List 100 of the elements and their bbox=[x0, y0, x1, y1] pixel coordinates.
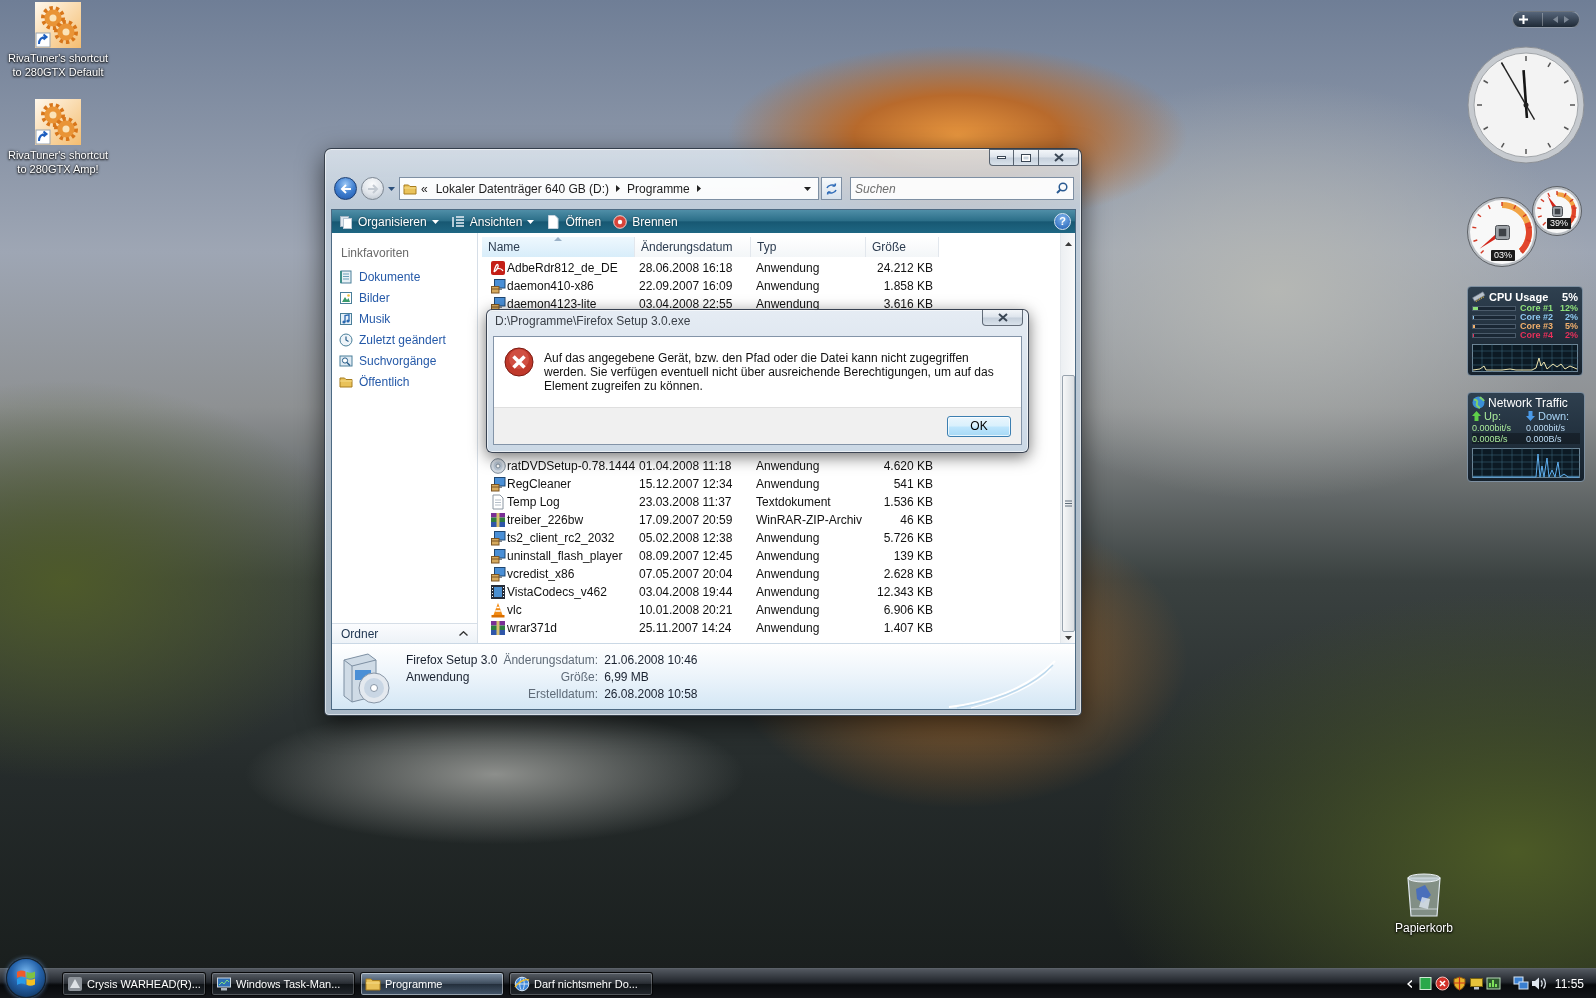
file-type: Anwendung bbox=[756, 584, 820, 600]
network-icon[interactable] bbox=[1512, 976, 1529, 991]
column-header[interactable]: Typ bbox=[751, 237, 866, 257]
download-label: Down: bbox=[1538, 410, 1570, 422]
scrollbar-thumb[interactable] bbox=[1061, 375, 1075, 632]
file-name[interactable]: AdbeRdr812_de_DE bbox=[507, 260, 618, 276]
gauge-drawing bbox=[1467, 197, 1537, 267]
sort-arrow-icon bbox=[554, 237, 562, 241]
nav-link[interactable]: Dokumente bbox=[332, 266, 477, 287]
core-reading: 5% bbox=[1565, 322, 1578, 331]
selected-file-name: Firefox Setup 3.0 bbox=[406, 652, 498, 667]
refresh-button[interactable] bbox=[821, 177, 842, 200]
caret-down-icon[interactable] bbox=[804, 186, 811, 191]
installer-icon bbox=[490, 530, 506, 546]
taskbar-button[interactable]: Programme bbox=[360, 971, 504, 996]
file-name[interactable]: wrar371d bbox=[507, 620, 558, 636]
close-button[interactable] bbox=[982, 310, 1023, 326]
desktop-icon-label[interactable]: RivaTuner's shortcut to 280GTX Default bbox=[4, 51, 112, 79]
nav-link[interactable]: Musik bbox=[332, 308, 477, 329]
file-name[interactable]: VistaCodecs_v462 bbox=[507, 584, 607, 600]
back-button[interactable] bbox=[334, 177, 357, 200]
close-button[interactable] bbox=[1039, 149, 1079, 166]
chevron-left-icon[interactable] bbox=[1406, 979, 1412, 988]
column-header[interactable]: Änderungsdatum bbox=[635, 237, 751, 257]
gears-shortcut-icon[interactable] bbox=[35, 99, 81, 145]
nav-link[interactable]: Öffentlich bbox=[332, 371, 477, 392]
page-icon bbox=[546, 214, 561, 229]
toolbar-button[interactable]: Organisieren bbox=[335, 211, 443, 232]
toolbar-button[interactable]: Öffnen bbox=[542, 211, 606, 232]
upload-rate: 0.000B/s bbox=[1472, 433, 1509, 444]
core-label: Core #1 bbox=[1520, 304, 1555, 313]
selected-file-type: Anwendung bbox=[406, 669, 470, 684]
arrow-left-icon bbox=[339, 183, 352, 194]
breadcrumb-item[interactable]: Lokaler Datenträger 640 GB (D:) bbox=[431, 178, 614, 199]
file-type: Anwendung bbox=[756, 278, 820, 294]
file-name[interactable]: daemon410-x86 bbox=[507, 278, 594, 294]
archive-icon bbox=[490, 512, 506, 528]
search-folder-icon bbox=[339, 353, 353, 368]
error-icon[interactable] bbox=[1434, 976, 1450, 991]
nav-link[interactable]: Suchvorgänge bbox=[332, 350, 477, 371]
caret-up-icon bbox=[459, 631, 468, 636]
monitor-icon[interactable] bbox=[1468, 976, 1484, 991]
toolbar-button[interactable]: Brennen bbox=[609, 211, 682, 232]
modified-date: 05.02.2008 12:38 bbox=[639, 530, 733, 546]
installer-icon bbox=[490, 566, 506, 582]
file-type: Textdokument bbox=[756, 494, 831, 510]
file-size: 4.620 KB bbox=[883, 458, 933, 474]
toolbar-button[interactable]: Ansichten bbox=[446, 211, 539, 232]
scroll-down-icon[interactable] bbox=[1064, 636, 1072, 640]
column-header[interactable]: Name bbox=[482, 237, 635, 257]
recycle-bin-icon[interactable] bbox=[1406, 873, 1442, 917]
file-size: 5.726 KB bbox=[883, 530, 933, 546]
file-name[interactable]: ts2_client_rc2_2032 bbox=[507, 530, 615, 546]
shield-icon[interactable] bbox=[1451, 976, 1467, 991]
maximize-button[interactable] bbox=[1014, 149, 1039, 166]
folders-toggle[interactable]: Ordner bbox=[332, 623, 477, 643]
file-name[interactable]: vlc bbox=[507, 602, 522, 618]
text-file-icon bbox=[490, 494, 506, 510]
installer-icon bbox=[490, 548, 506, 564]
caret-down-icon bbox=[431, 219, 439, 224]
speaker-icon[interactable] bbox=[1530, 976, 1547, 991]
nav-link[interactable]: Zuletzt geändert bbox=[332, 329, 477, 350]
file-size: 3.616 KB bbox=[883, 296, 933, 312]
address-bar[interactable]: « Lokaler Datenträger 640 GB (D:) Programme bbox=[399, 177, 819, 200]
square-icon[interactable] bbox=[1417, 976, 1433, 991]
bar-chart-icon[interactable] bbox=[1485, 976, 1501, 991]
nav-link[interactable]: Bilder bbox=[332, 287, 477, 308]
chevron-right-icon[interactable] bbox=[696, 185, 701, 192]
chevron-right-icon[interactable] bbox=[616, 185, 621, 192]
file-name[interactable]: Temp Log bbox=[507, 494, 560, 510]
file-type: Anwendung bbox=[756, 620, 820, 636]
chip-icon bbox=[1551, 205, 1563, 217]
refresh-icon bbox=[825, 182, 838, 195]
plus-icon[interactable] bbox=[1519, 15, 1528, 24]
file-name[interactable]: ratDVDSetup-0.78.1444 bbox=[507, 458, 636, 474]
file-name[interactable]: vcredist_x86 bbox=[507, 566, 575, 582]
file-name[interactable]: uninstall_flash_player bbox=[507, 548, 623, 564]
desktop-icon-label[interactable]: Papierkorb bbox=[1395, 921, 1453, 935]
core-label: Core #3 bbox=[1520, 322, 1555, 331]
picture-icon bbox=[339, 290, 353, 305]
breadcrumb-item[interactable]: Programme bbox=[623, 178, 694, 199]
search-field[interactable]: Suchen bbox=[850, 177, 1074, 200]
file-name[interactable]: daemon4123-lite bbox=[507, 296, 597, 312]
ok-button[interactable]: OK bbox=[947, 415, 1011, 437]
taskbar-button[interactable]: Crysis WARHEAD(R)... bbox=[62, 971, 206, 996]
installer-icon bbox=[490, 476, 506, 492]
start-button[interactable] bbox=[6, 958, 46, 998]
taskbar-button[interactable]: Darf nichtsmehr Do... bbox=[509, 971, 653, 996]
minimize-button[interactable] bbox=[989, 149, 1014, 166]
archive-icon bbox=[490, 620, 506, 636]
file-name[interactable]: RegCleaner bbox=[507, 476, 572, 492]
gadget-title: Network Traffic bbox=[1488, 395, 1569, 410]
file-name[interactable]: treiber_226bw bbox=[507, 512, 584, 528]
column-header[interactable]: Größe bbox=[866, 237, 939, 257]
tray-clock[interactable]: 11:55 bbox=[1554, 976, 1584, 991]
taskbar-button[interactable]: Windows Task-Man... bbox=[211, 971, 355, 996]
scroll-up-icon[interactable] bbox=[1064, 242, 1072, 246]
modified-date: 17.09.2007 20:59 bbox=[639, 512, 733, 528]
breadcrumb-overflow-button[interactable]: « bbox=[417, 178, 432, 199]
gears-shortcut-icon[interactable] bbox=[35, 2, 81, 48]
